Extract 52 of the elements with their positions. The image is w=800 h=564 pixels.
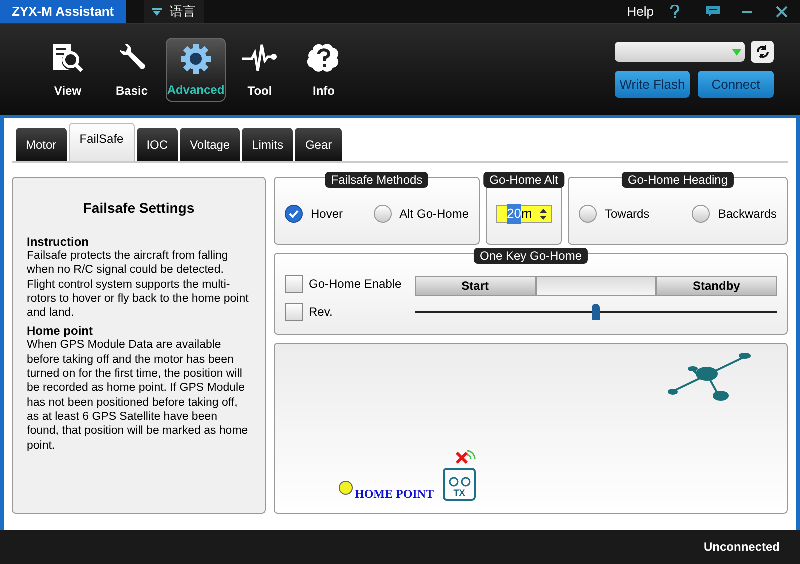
transmitter-icon: TX xyxy=(443,468,476,501)
refresh-button[interactable] xyxy=(751,41,774,63)
mode-segment[interactable] xyxy=(536,276,656,296)
tab[interactable]: Motor xyxy=(16,128,67,161)
help-link[interactable]: Help xyxy=(627,2,654,22)
caret-icon xyxy=(731,47,743,57)
connection-status: Unconnected xyxy=(704,539,780,556)
radio-option[interactable]: Backwards xyxy=(692,205,777,223)
toolbar-button[interactable]: Info xyxy=(294,38,354,102)
connect-button[interactable]: Connect xyxy=(698,71,774,98)
mode-segment[interactable]: Start xyxy=(415,276,536,296)
section-text: Failsafe protects the aircraft from falling when no R/C signal could be detected. Flight control system supports the multi-rotors to hover or fly back to the home point and land. xyxy=(27,249,250,320)
tab[interactable]: IOC xyxy=(136,128,178,161)
caret-icon xyxy=(152,8,162,16)
check-icon xyxy=(289,210,299,218)
mode-segment[interactable]: Standby xyxy=(656,276,778,296)
radio-option[interactable]: Hover xyxy=(285,205,344,223)
radio-option[interactable]: Towards xyxy=(579,205,650,223)
group-title: One Key Go-Home xyxy=(474,248,588,264)
slider-track[interactable] xyxy=(415,304,777,320)
checkbox-option[interactable]: Go-Home Enable xyxy=(285,275,403,293)
toolbar-button[interactable]: Basic xyxy=(102,38,162,102)
section-heading: Instruction xyxy=(27,235,90,249)
write-flash-button[interactable]: Write Flash xyxy=(615,71,690,98)
radio-option[interactable]: Alt Go-Home xyxy=(374,205,469,223)
help-icon xyxy=(307,42,341,74)
app-title: ZYX-M Assistant xyxy=(0,0,126,23)
slider-thumb[interactable] xyxy=(592,304,600,320)
group-title: Failsafe Methods xyxy=(325,172,429,188)
home-point-marker xyxy=(339,481,353,495)
home-point-label: HOME POINT xyxy=(355,486,434,503)
group-title: Go-Home Heading xyxy=(622,172,734,188)
pulse-icon xyxy=(242,42,278,72)
panel-title: Failsafe Settings xyxy=(82,199,196,218)
tab[interactable]: Voltage xyxy=(180,128,240,161)
toolbar-button[interactable]: Advanced xyxy=(166,38,226,102)
tab[interactable]: FailSafe xyxy=(68,123,135,161)
gear-icon xyxy=(180,42,212,74)
toolbar-button[interactable]: View xyxy=(38,38,98,102)
tab[interactable]: Gear xyxy=(295,128,342,161)
toolbar-button[interactable]: Tool xyxy=(230,38,290,102)
language-menu[interactable]: 语言 xyxy=(144,0,204,23)
section-text: When GPS Module Data are available before taking off and the motor has been turned on for the first time, the position will be recorded as home point. If GPS Module has not been positioned before taking off, as at least 6 GPS Satellite have been found, that position will be marked as home point. xyxy=(27,338,250,453)
altitude-spinbox[interactable]: 20m xyxy=(496,205,552,223)
no-signal-icon xyxy=(455,449,477,467)
refresh-icon xyxy=(756,45,770,59)
checkbox-option[interactable]: Rev. xyxy=(285,303,403,321)
group-title: Go-Home Alt xyxy=(484,172,564,188)
tab[interactable]: Limits xyxy=(242,128,294,161)
section-heading: Home point xyxy=(27,324,94,338)
spinner-arrows-icon xyxy=(540,208,547,220)
search-document-icon xyxy=(51,42,85,74)
